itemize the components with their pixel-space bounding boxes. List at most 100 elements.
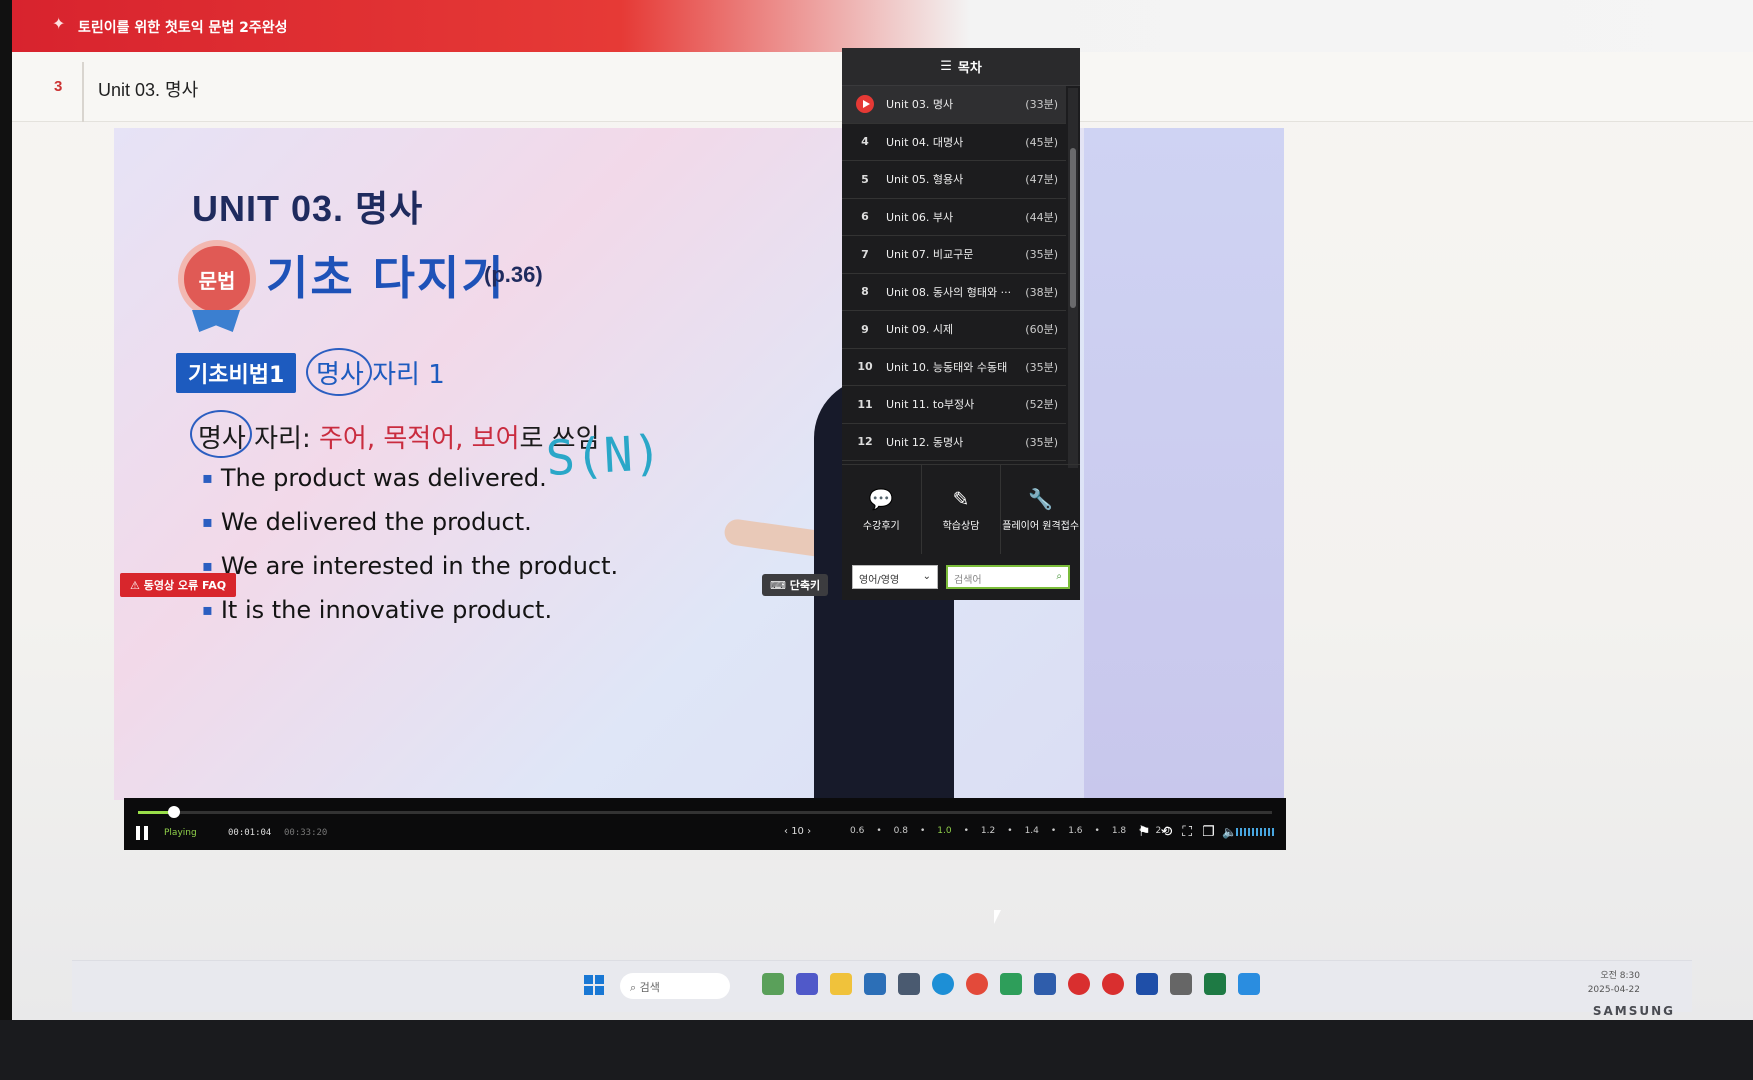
skip-seconds: 10 [791, 826, 804, 837]
speed-option[interactable]: 0.8 [894, 826, 908, 836]
volume-icon[interactable]: 🔈 [1222, 825, 1237, 839]
example-sentence: We delivered the product. [202, 508, 532, 536]
video-faq-button[interactable]: ⚠ 동영상 오류 FAQ [120, 573, 237, 597]
page-reference: (p.36) [484, 262, 543, 287]
fullscreen-icon[interactable]: ⛶ [1182, 824, 1192, 840]
chevron-down-icon: ⌄ [922, 571, 931, 582]
rule-object: 목적어 [383, 424, 456, 454]
app-icon[interactable] [1136, 973, 1158, 995]
app-icon[interactable] [1000, 973, 1022, 995]
volume-slider[interactable] [1236, 828, 1276, 836]
toc-item[interactable]: 8 Unit 08. 동사의 형태와 ··· (38분) [842, 274, 1066, 311]
ez-app-icon[interactable] [1068, 973, 1090, 995]
gear-icon[interactable] [1170, 973, 1192, 995]
playback-status: Playing [164, 828, 197, 838]
skip-control[interactable]: ‹ 10 › [784, 826, 811, 837]
calculator-icon[interactable] [898, 973, 920, 995]
search-input[interactable]: 검색어 ⌕ [946, 565, 1070, 589]
review-label: 수강후기 [862, 521, 900, 532]
bookmark-icon[interactable]: ⚑ [1138, 824, 1151, 840]
taskbar-apps [762, 973, 1260, 995]
toc-item-duration: (35분) [1025, 248, 1058, 262]
toc-item-duration: (35분) [1025, 435, 1058, 449]
seek-bar[interactable] [138, 806, 1272, 818]
toc-list: Unit 03. 명사 (33분) 4 Unit 04. 대명사 (45분) 5… [842, 86, 1066, 461]
example-sentence: We are interested in the product. [202, 552, 618, 580]
toc-item[interactable]: 11 Unit 11. to부정사 (52분) [842, 386, 1066, 424]
video-backdrop [1084, 128, 1284, 800]
shortcut-label: 단축키 [789, 579, 821, 592]
current-time: 00:01:04 [228, 828, 272, 838]
list-icon: ☰ [940, 59, 952, 74]
example-sentence: It is the innovative product. [202, 596, 552, 624]
taskbar-search[interactable]: ⌕ 검색 [620, 973, 730, 999]
toc-actions: 💬 수강후기 ✎ 학습상담 🔧 플레이어 원격접수 [842, 464, 1080, 554]
monitor-brand: SAMSUNG [1592, 1004, 1675, 1018]
review-button[interactable]: 💬 수강후기 [842, 465, 922, 554]
logo-icon: ✦ [52, 14, 66, 33]
speed-option[interactable]: 1.6 [1068, 826, 1082, 836]
annotation-circle [306, 348, 372, 396]
consult-button[interactable]: ✎ 학습상담 [922, 465, 1002, 554]
rule-subject: 주어 [318, 424, 367, 454]
speed-option[interactable]: 1.0 [937, 826, 951, 836]
speed-option[interactable]: 0.6 [850, 826, 864, 836]
excel-icon[interactable] [1204, 973, 1226, 995]
settings-gear-icon[interactable] [1034, 973, 1056, 995]
toc-item[interactable]: 10 Unit 10. 능동태와 수동태 (35분) [842, 349, 1066, 386]
toc-item-duration: (38분) [1025, 285, 1058, 299]
taskbar-search-placeholder: 검색 [639, 981, 660, 994]
system-clock[interactable]: 오전 8:30 2025-04-22 [1588, 969, 1640, 997]
speed-option[interactable]: 1.8 [1112, 826, 1126, 836]
search-icon[interactable]: ⌕ [1056, 571, 1062, 583]
speed-separator: • [1007, 826, 1013, 836]
play-icon [856, 95, 874, 114]
toc-item[interactable]: 7 Unit 07. 비교구문 (35분) [842, 236, 1066, 274]
player-app-icon[interactable] [1238, 973, 1260, 995]
speed-separator: • [876, 826, 882, 836]
toc-item-number: 8 [861, 285, 869, 299]
speed-option[interactable]: 1.2 [981, 826, 995, 836]
clock-date: 2025-04-22 [1587, 985, 1640, 995]
monitor: ✦ 토린이를 위한 첫토익 문법 2주완성 3 Unit 03. 명사 UNIT… [0, 0, 1753, 1080]
toc-item[interactable]: 9 Unit 09. 시제 (60분) [842, 311, 1066, 349]
slide-unit-title: UNIT 03. 명사 [192, 188, 424, 229]
repeat-icon[interactable]: ⟲ [1161, 824, 1173, 840]
speed-option[interactable]: 1.4 [1025, 826, 1039, 836]
toc-item-number: 4 [861, 135, 869, 149]
player-controls: Playing 00:01:04 00:33:20 ‹ 10 › 0.6 • 0.8… [124, 798, 1286, 850]
pause-icon[interactable] [136, 826, 148, 840]
remote-support-button[interactable]: 🔧 플레이어 원격접수 [1001, 465, 1080, 554]
toc-item[interactable]: Unit 03. 명사 (33분) [842, 86, 1066, 124]
toc-item-duration: (52분) [1025, 398, 1058, 412]
toc-item[interactable]: 4 Unit 04. 대명사 (45분) [842, 124, 1066, 161]
dictionary-select[interactable]: 영어/영영 ⌄ [852, 565, 938, 589]
windows-start-icon[interactable] [584, 975, 604, 995]
teams-icon[interactable] [796, 973, 818, 995]
total-time: 00:33:20 [284, 828, 328, 838]
toc-item-duration: (35분) [1025, 360, 1058, 374]
seek-handle[interactable] [168, 806, 181, 818]
window-icon[interactable]: ❐ [1202, 824, 1215, 840]
search-placeholder: 검색어 [954, 575, 982, 586]
notepad-icon[interactable] [864, 973, 886, 995]
shortcut-button[interactable]: ⌨ 단축키 [762, 574, 829, 596]
faq-label: 동영상 오류 FAQ [143, 579, 227, 592]
chrome-icon[interactable] [966, 973, 988, 995]
ez-app-icon[interactable] [1102, 973, 1124, 995]
toc-item[interactable]: 5 Unit 05. 형용사 (47분) [842, 161, 1066, 199]
edge-icon[interactable] [932, 973, 954, 995]
video-player[interactable]: UNIT 03. 명사 문법 기초 다지기 (p.36) 기초비법1 명사 자리… [114, 128, 1284, 800]
toc-scroll-thumb[interactable] [1070, 148, 1076, 308]
toc-item[interactable]: 12 Unit 12. 동명사 (35분) [842, 424, 1066, 461]
divider [82, 62, 84, 122]
widgets-icon[interactable] [762, 973, 784, 995]
toc-item-number: 11 [857, 397, 873, 411]
mouse-cursor [994, 910, 1001, 924]
consult-label: 학습상담 [942, 521, 980, 532]
toc-item-number: 12 [857, 435, 873, 449]
course-title: 토린이를 위한 첫토익 문법 2주완성 [78, 20, 288, 36]
toc-item[interactable]: 6 Unit 06. 부사 (44분) [842, 199, 1066, 236]
lesson-number: 3 [54, 78, 63, 95]
file-explorer-icon[interactable] [830, 973, 852, 995]
